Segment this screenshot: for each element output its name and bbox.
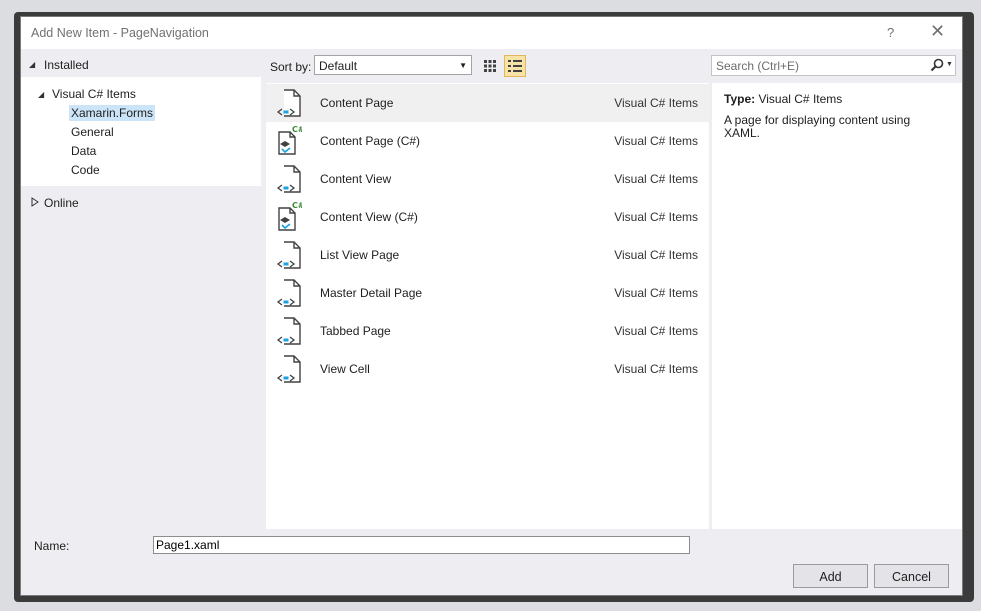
template-name: List View Page [320, 248, 400, 262]
search-options-arrow-icon[interactable]: ▼ [946, 61, 953, 68]
tree-node-online[interactable]: Online [21, 192, 261, 214]
template-row-content-view[interactable]: Content View Visual C# Items [266, 160, 709, 198]
tree-node-installed[interactable]: ◢ Installed [21, 54, 261, 76]
template-category: Visual C# Items [614, 248, 698, 262]
expanded-triangle-icon: ◢ [29, 60, 36, 69]
xaml-page-icon [276, 89, 301, 117]
template-category: Visual C# Items [614, 172, 698, 186]
add-button[interactable]: Add [793, 564, 868, 588]
type-value: Visual C# Items [758, 92, 843, 106]
template-row-content-page-csharp[interactable]: C# Content Page (C#) Visual C# Items [266, 122, 709, 160]
csharp-page-icon: C# [278, 202, 302, 231]
name-label: Name: [34, 539, 70, 553]
tree-node-data[interactable]: Data [71, 144, 96, 158]
search-input[interactable] [714, 57, 923, 75]
tree-node-visual-csharp-items[interactable]: Visual C# Items [52, 87, 136, 101]
details-pane: Type: Visual C# Items A page for display… [712, 83, 962, 529]
list-view-icon [508, 60, 522, 72]
template-name: View Cell [320, 362, 370, 376]
template-row-list-view-page[interactable]: List View Page Visual C# Items [266, 236, 709, 274]
template-category: Visual C# Items [614, 286, 698, 300]
template-row-tabbed-page[interactable]: Tabbed Page Visual C# Items [266, 312, 709, 350]
type-label: Type: [724, 92, 756, 106]
sort-by-dropdown[interactable]: Default ▼ [314, 55, 472, 75]
csharp-page-icon: C# [278, 126, 302, 155]
window-title: Add New Item - PageNavigation [31, 26, 209, 40]
dropdown-arrow-icon: ▼ [459, 61, 467, 70]
title-bar: Add New Item - PageNavigation ? ✕ [21, 17, 962, 49]
template-category: Visual C# Items [614, 134, 698, 148]
small-icons-view-button[interactable] [479, 55, 501, 77]
xaml-page-icon [276, 165, 301, 193]
add-new-item-dialog: Add New Item - PageNavigation ? ✕ ◢ Inst… [20, 16, 963, 596]
cancel-button[interactable]: Cancel [874, 564, 949, 588]
type-line: Type: Visual C# Items [724, 92, 842, 106]
template-row-view-cell[interactable]: View Cell Visual C# Items [266, 350, 709, 388]
template-category: Visual C# Items [614, 96, 698, 110]
xaml-page-icon [276, 279, 301, 307]
tree-node-xamarin-forms[interactable]: Xamarin.Forms [69, 105, 156, 121]
template-description: A page for displaying content using XAML… [724, 113, 911, 140]
template-row-content-view-csharp[interactable]: C# Content View (C#) Visual C# Items [266, 198, 709, 236]
xaml-page-icon [276, 241, 301, 269]
template-name: Content View [320, 172, 392, 186]
template-category: Visual C# Items [614, 324, 698, 338]
search-box[interactable]: ▼ [711, 55, 956, 76]
tree-node-general[interactable]: General [71, 125, 114, 139]
sort-by-label: Sort by: [270, 60, 312, 74]
list-view-button[interactable] [504, 55, 526, 77]
template-row-content-page[interactable]: Content Page Visual C# Items [266, 84, 709, 122]
template-category: Visual C# Items [614, 210, 698, 224]
search-icon[interactable] [930, 58, 944, 72]
xaml-page-icon [276, 355, 301, 383]
name-input[interactable] [153, 536, 690, 554]
template-name: Master Detail Page [320, 286, 423, 300]
sort-by-value: Default [319, 59, 358, 73]
tree-node-online-label: Online [44, 196, 79, 210]
xaml-page-icon [276, 317, 301, 345]
grid-view-icon [484, 60, 496, 72]
svg-text:C#: C# [292, 126, 302, 134]
template-name: Content View (C#) [320, 210, 418, 224]
collapsed-triangle-icon [31, 197, 39, 207]
close-button[interactable]: ✕ [930, 21, 945, 42]
template-list: Content Page Visual C# Items C# Content … [266, 83, 709, 529]
help-button[interactable]: ? [887, 25, 894, 40]
template-name: Content Page (C#) [320, 134, 421, 148]
tree-node-installed-label: Installed [44, 58, 89, 72]
expanded-triangle-icon[interactable]: ◢ [38, 90, 44, 99]
template-name: Tabbed Page [320, 324, 391, 338]
template-tree: ◢ Visual C# Items Xamarin.Forms General … [21, 77, 261, 186]
template-name: Content Page [320, 96, 394, 110]
template-category: Visual C# Items [614, 362, 698, 376]
tree-node-code[interactable]: Code [71, 163, 100, 177]
template-row-master-detail-page[interactable]: Master Detail Page Visual C# Items [266, 274, 709, 312]
svg-text:C#: C# [292, 202, 302, 210]
